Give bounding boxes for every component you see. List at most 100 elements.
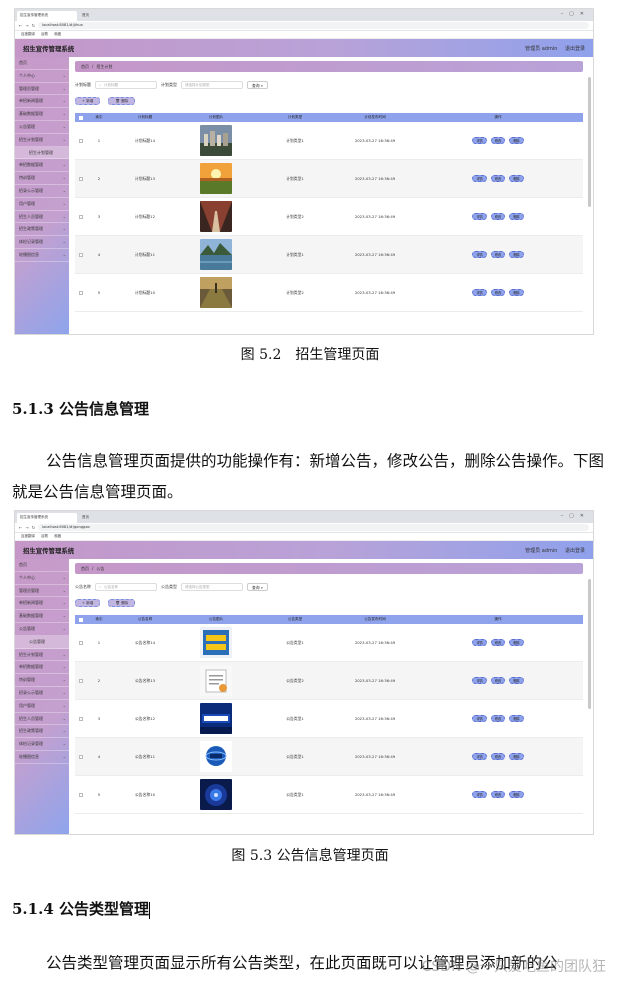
scrollbar[interactable]	[588, 579, 591, 709]
detail-button[interactable]: 详情	[472, 175, 487, 182]
title-search-input[interactable]: ⌕ 计划标题	[95, 81, 157, 89]
row-checkbox[interactable]	[79, 754, 83, 759]
row-checkbox[interactable]	[79, 290, 83, 295]
forward-icon[interactable]: →	[25, 525, 28, 530]
row-checkbox[interactable]	[79, 214, 83, 219]
detail-button[interactable]: 详情	[472, 715, 487, 722]
back-icon[interactable]: ←	[19, 525, 22, 530]
sidebar-item[interactable]: 单招数据管理 ⌄	[15, 159, 69, 173]
table-row[interactable]: 5 计划标题10 计划类型2 2023-03-27 16:36:49 详情 修改 删除	[75, 274, 583, 312]
detail-button[interactable]: 详情	[472, 289, 487, 296]
table-row[interactable]: 1 计划标题14 计划类型1 2023-03-27 16:36:49 详情 修改 删除	[75, 122, 583, 160]
thumbnail-image[interactable]	[200, 125, 232, 156]
detail-button[interactable]: 详情	[472, 251, 487, 258]
edit-button[interactable]: 修改	[490, 639, 506, 646]
delete-row-button[interactable]: 删除	[509, 251, 524, 258]
sidebar-item[interactable]: 首页	[15, 57, 69, 70]
row-checkbox[interactable]	[79, 252, 83, 257]
row-checkbox[interactable]	[79, 138, 83, 143]
bookmark-item[interactable]: 收藏	[54, 534, 61, 539]
window-controls-icon[interactable]: –▢✕	[561, 513, 590, 519]
delete-row-button[interactable]: 删除	[509, 175, 524, 182]
edit-button[interactable]: 修改	[490, 677, 506, 684]
table-row[interactable]: 2 计划标题13 计划类型1 2023-03-27 16:36:49 详情 修改 删除	[75, 160, 583, 198]
sidebar-item[interactable]: 招生政策管理 ⌄	[15, 223, 69, 237]
thumbnail-image[interactable]	[200, 665, 232, 696]
sidebar-item[interactable]: 招生计划管理 ⌄	[15, 134, 69, 147]
thumbnail-image[interactable]	[200, 703, 232, 734]
edit-button[interactable]: 修改	[490, 753, 506, 760]
browser-tab[interactable]: 首页	[79, 11, 139, 21]
delete-row-button[interactable]: 删除	[509, 715, 524, 722]
type-select[interactable]: 请选择公告类型	[181, 583, 243, 591]
url-input[interactable]: localhost:8081/#/gonggao	[38, 524, 589, 531]
logout-link[interactable]: 退出登录	[565, 548, 585, 554]
logout-link[interactable]: 退出登录	[565, 46, 585, 52]
query-button[interactable]: 查询 ⌕	[247, 81, 268, 89]
sidebar-item[interactable]: 招生人员管理 ⌄	[15, 713, 69, 726]
row-checkbox[interactable]	[79, 176, 83, 181]
detail-button[interactable]: 详情	[472, 791, 487, 798]
sidebar-item[interactable]: 用户管理 ⌄	[15, 700, 69, 713]
delete-button[interactable]: 🗑 删除	[108, 97, 136, 105]
delete-row-button[interactable]: 删除	[509, 137, 524, 144]
edit-button[interactable]: 修改	[490, 175, 506, 182]
bookmark-item[interactable]: 百度翻译	[21, 534, 35, 539]
reload-icon[interactable]: ↻	[32, 525, 35, 530]
row-checkbox[interactable]	[79, 716, 83, 721]
table-row[interactable]: 1 公告名称14 公告类型1 2023-03-27 16:36:49 详情 修改 删除	[75, 624, 583, 662]
delete-row-button[interactable]: 删除	[509, 753, 524, 760]
sidebar-subitem[interactable]: 公告管理	[15, 635, 69, 649]
sidebar-item[interactable]: 招生计划管理 ⌄	[15, 649, 69, 662]
sidebar-item[interactable]: 招录公示管理 ⌄	[15, 185, 69, 198]
edit-button[interactable]: 修改	[490, 715, 506, 722]
detail-button[interactable]: 详情	[472, 753, 487, 760]
select-all-checkbox[interactable]	[79, 115, 83, 120]
sidebar-item[interactable]: 管理员管理 ⌄	[15, 83, 69, 96]
table-row[interactable]: 3 公告名称12 公告类型1 2023-03-27 16:36:49 详情 修改 删除	[75, 700, 583, 738]
sidebar-item[interactable]: 招生政策管理 ⌄	[15, 725, 69, 739]
type-select[interactable]: 请选择计划类型	[181, 81, 243, 89]
forward-icon[interactable]: →	[25, 23, 28, 28]
bookmark-item[interactable]: 谷歌	[41, 32, 48, 37]
delete-button[interactable]: 🗑 删除	[108, 599, 136, 607]
thumbnail-image[interactable]	[200, 277, 232, 308]
row-checkbox[interactable]	[79, 640, 83, 645]
thumbnail-image[interactable]	[200, 741, 232, 772]
window-controls-icon[interactable]: –▢✕	[561, 11, 590, 17]
bookmark-item[interactable]: 谷歌	[41, 534, 48, 539]
table-row[interactable]: 4 计划标题11 计划类型1 2023-03-27 16:36:49 详情 修改 删除	[75, 236, 583, 274]
edit-button[interactable]: 修改	[490, 289, 506, 296]
edit-button[interactable]: 修改	[490, 213, 506, 220]
bookmark-item[interactable]: 百度翻译	[21, 32, 35, 37]
thumbnail-image[interactable]	[200, 627, 232, 658]
sidebar-item[interactable]: 个人中心 ⌄	[15, 572, 69, 585]
edit-button[interactable]: 修改	[490, 137, 506, 144]
sidebar-item[interactable]: 个人中心 ⌄	[15, 70, 69, 83]
sidebar-item[interactable]: 管理员管理 ⌄	[15, 585, 69, 598]
sidebar-item[interactable]: 公告管理 ⌄	[15, 121, 69, 134]
row-checkbox[interactable]	[79, 792, 83, 797]
add-button[interactable]: + 新增	[75, 97, 101, 105]
sidebar-item[interactable]: 轮播图信息 ⌄	[15, 249, 69, 262]
delete-row-button[interactable]: 删除	[509, 289, 524, 296]
thumbnail-image[interactable]	[200, 201, 232, 232]
name-search-input[interactable]: ⌕ 公告名称	[95, 583, 157, 591]
sidebar-item[interactable]: 体检记录管理 ⌄	[15, 236, 69, 249]
sidebar-subitem[interactable]: 招生计划管理	[15, 146, 69, 160]
sidebar-item[interactable]: 单招数据管理 ⌄	[15, 661, 69, 675]
thumbnail-image[interactable]	[200, 779, 232, 810]
row-checkbox[interactable]	[79, 678, 83, 683]
browser-tab[interactable]: 招生宣传管理系统	[17, 11, 77, 21]
table-row[interactable]: 3 计划标题12 计划类型2 2023-03-27 16:36:49 详情 修改 删除	[75, 198, 583, 236]
table-row[interactable]: 4 公告名称11 公告类型1 2023-03-27 16:36:49 详情 修改 删除	[75, 738, 583, 776]
breadcrumb-item[interactable]: 首页	[81, 64, 89, 70]
edit-button[interactable]: 修改	[490, 251, 506, 258]
scrollbar[interactable]	[588, 77, 591, 207]
sidebar-item[interactable]: 轮播图信息 ⌄	[15, 751, 69, 764]
sidebar-item[interactable]: 单招新闻管理 ⌄	[15, 95, 69, 109]
reload-icon[interactable]: ↻	[32, 23, 35, 28]
browser-tab[interactable]: 首页	[79, 513, 139, 523]
sidebar-item[interactable]: 公告管理 ⌄	[15, 623, 69, 636]
back-icon[interactable]: ←	[19, 23, 22, 28]
